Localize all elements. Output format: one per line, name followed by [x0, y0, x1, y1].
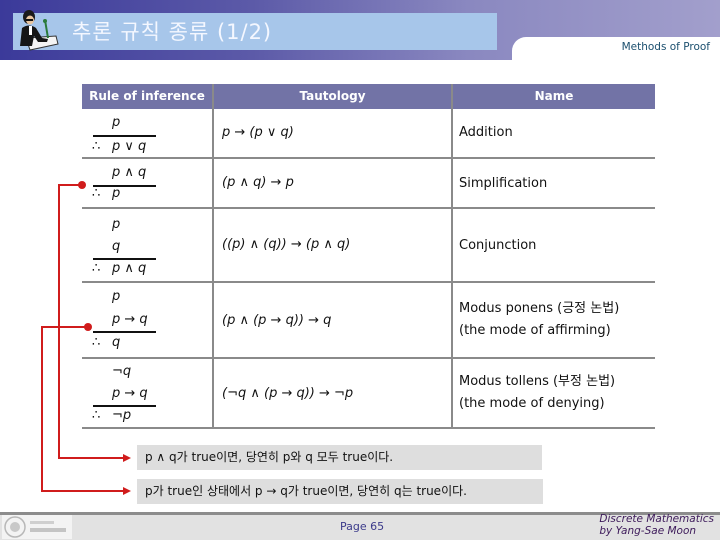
note-modus-ponens: p가 true인 상태에서 p → q가 true이면, 당연히 q는 true… — [137, 479, 543, 504]
premise: q — [112, 239, 121, 254]
table-row-addition: p ∴ p ∨ q p → (p ∨ q) Addition — [82, 109, 655, 157]
conclusion: q — [112, 335, 121, 350]
fraction-line — [93, 185, 156, 187]
premise: p — [112, 289, 121, 304]
therefore-symbol: ∴ — [92, 408, 101, 423]
tautology: (p ∧ (p → q)) → q — [222, 313, 332, 328]
tautology: p → (p ∨ q) — [222, 125, 294, 140]
premise: p → q — [112, 386, 148, 401]
course-credit: Discrete Mathematics by Yang-Sae Moon — [599, 513, 714, 537]
section-label: Methods of Proof — [621, 41, 710, 53]
conclusion: p ∧ q — [112, 261, 147, 276]
rule-name-gloss: (the mode of denying) — [459, 396, 605, 411]
rule-name: Conjunction — [459, 238, 537, 253]
fraction-line — [93, 405, 156, 407]
page-number: Page 65 — [340, 520, 385, 533]
column-header-rule: Rule of inference — [82, 84, 212, 109]
rule-name: Addition — [459, 125, 513, 140]
rule-cell: p ∧ q ∴ p — [82, 159, 212, 207]
conclusion: ¬p — [112, 408, 132, 423]
rule-name: Modus ponens (긍정 논법) — [459, 301, 620, 316]
premise: p ∧ q — [112, 165, 147, 180]
column-header-tautology: Tautology — [214, 84, 451, 109]
row-divider — [82, 427, 655, 429]
premise: p — [112, 115, 121, 130]
page-title: 추론 규칙 종류 (1/2) — [72, 20, 273, 44]
tautology: ((p) ∧ (q)) → (p ∧ q) — [222, 237, 351, 252]
fraction-line — [93, 258, 156, 260]
table-row-modus-tollens: ¬q p → q ∴ ¬p (¬q ∧ (p → q)) → ¬p Modus … — [82, 359, 655, 427]
therefore-symbol: ∴ — [92, 186, 101, 201]
premise: ¬q — [112, 364, 132, 379]
rule-cell: p ∴ p ∨ q — [82, 109, 212, 157]
rule-name: Simplification — [459, 176, 548, 191]
table-row-simplification: p ∧ q ∴ p (p ∧ q) → p Simplification — [82, 159, 655, 207]
conclusion: p ∨ q — [112, 139, 147, 154]
person-writing-icon — [12, 8, 62, 52]
table-row-conjunction: p q ∴ p ∧ q ((p) ∧ (q)) → (p ∧ q) Conjun… — [82, 209, 655, 281]
therefore-symbol: ∴ — [92, 261, 101, 276]
therefore-symbol: ∴ — [92, 139, 101, 154]
premise: p → q — [112, 312, 148, 327]
tautology: (p ∧ q) → p — [222, 175, 294, 190]
note-simplification: p ∧ q가 true이면, 당연히 p와 q 모두 true이다. — [137, 445, 542, 470]
conclusion: p — [112, 186, 121, 201]
credit-line-1: Discrete Mathematics — [599, 513, 714, 525]
tautology: (¬q ∧ (p → q)) → ¬p — [222, 386, 354, 401]
fraction-line — [93, 331, 156, 333]
therefore-symbol: ∴ — [92, 335, 101, 350]
premise: p — [112, 217, 121, 232]
column-header-name: Name — [453, 84, 655, 109]
rule-cell: p q ∴ p ∧ q — [82, 209, 212, 281]
table-row-modus-ponens: p p → q ∴ q (p ∧ (p → q)) → q Modus pone… — [82, 283, 655, 357]
university-seal-logo — [2, 515, 72, 539]
rule-name-gloss: (the mode of affirming) — [459, 323, 611, 338]
credit-line-2: by Yang-Sae Moon — [599, 525, 697, 537]
rule-name: Modus tollens (부정 논법) — [459, 374, 616, 389]
fraction-line — [93, 135, 156, 137]
rule-cell: p p → q ∴ q — [82, 283, 212, 357]
rule-cell: ¬q p → q ∴ ¬p — [82, 359, 212, 427]
